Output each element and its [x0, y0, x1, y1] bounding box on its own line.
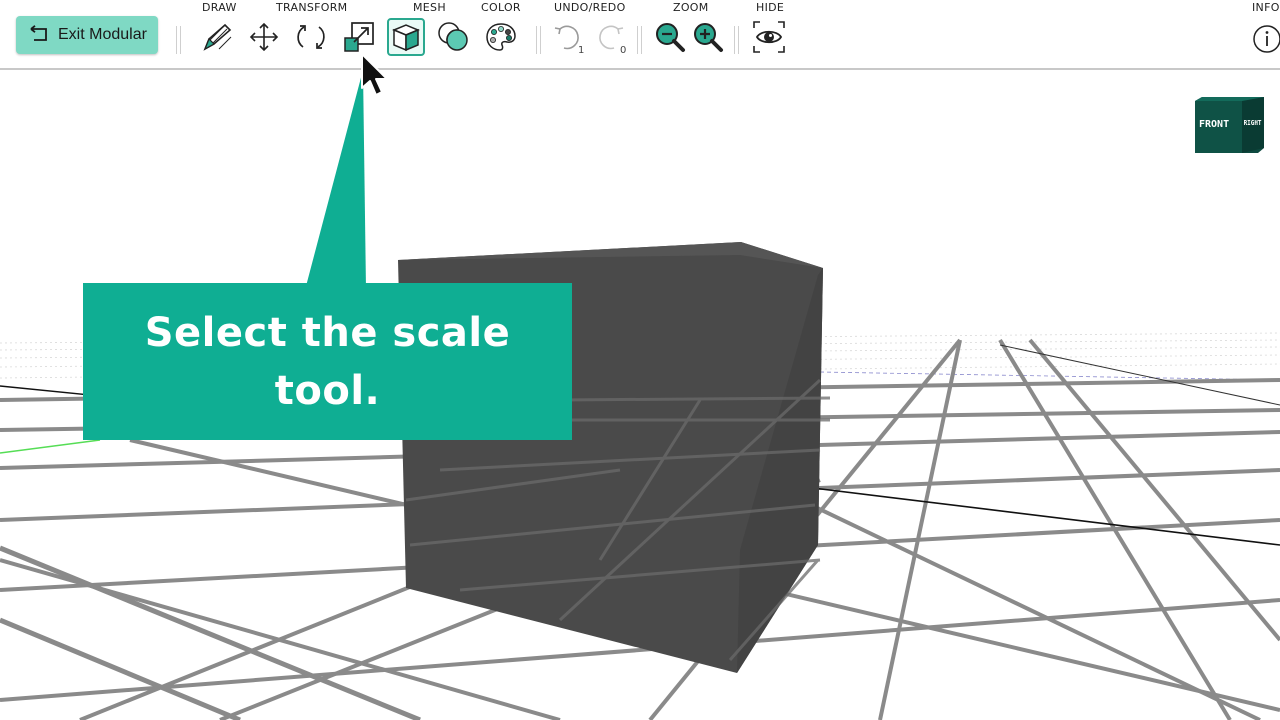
callout-text: Select the scale tool.: [144, 309, 511, 414]
tutorial-callout: Select the scale tool.: [83, 283, 572, 440]
mouse-cursor-icon: [361, 53, 388, 96]
